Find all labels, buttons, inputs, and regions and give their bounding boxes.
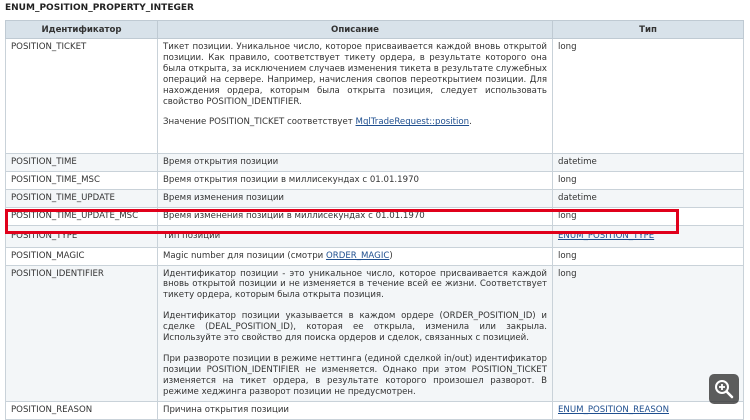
- row-description-text: Тикет позиции. Уникальное число, которое…: [163, 42, 547, 107]
- table-row-highlighted: POSITION_TYPE Тип позиции ENUM_POSITION_…: [5, 224, 744, 248]
- row-type: datetime: [552, 153, 744, 172]
- row-description: Тип позиции: [157, 224, 553, 248]
- row-type: long: [552, 206, 744, 226]
- table-header-row: Идентификатор Описание Тип: [5, 20, 744, 39]
- row-id: POSITION_TIME: [5, 153, 158, 172]
- identifier-paragraph-3: При развороте позиции в режиме неттинга …: [163, 353, 547, 397]
- enum-position-type-link[interactable]: ENUM_POSITION_TYPE: [558, 231, 654, 241]
- row-description-note: Значение POSITION_TICKET соответствует M…: [163, 117, 547, 128]
- zoom-in-button[interactable]: [709, 374, 739, 404]
- order-magic-link[interactable]: ORDER_MAGIC: [326, 251, 389, 261]
- row-id: POSITION_IDENTIFIER: [5, 264, 158, 402]
- row-id: POSITION_MAGIC: [5, 246, 158, 266]
- identifier-paragraph-2: Идентификатор позиции указывается в кажд…: [163, 311, 547, 344]
- row-description: Тикет позиции. Уникальное число, которое…: [157, 38, 553, 154]
- zoom-in-icon: [715, 380, 734, 399]
- mqltraderequest-position-link[interactable]: MqlTradeRequest::position: [356, 117, 470, 127]
- row-description: Время открытия позиции в миллисекундах с…: [157, 170, 553, 190]
- row-id: POSITION_TYPE: [5, 224, 158, 248]
- table-row: POSITION_MAGIC Magic number для позиции …: [5, 246, 744, 266]
- column-header-description: Описание: [157, 20, 553, 39]
- row-id: POSITION_TIME_UPDATE: [5, 188, 158, 208]
- row-id: POSITION_TIME_MSC: [5, 170, 158, 190]
- enum-title: ENUM_POSITION_PROPERTY_INTEGER: [5, 3, 194, 13]
- column-header-type: Тип: [552, 20, 744, 39]
- row-description: Идентификатор позиции - это уникальное ч…: [157, 264, 553, 402]
- row-description: Magic number для позиции (смотри ORDER_M…: [157, 246, 553, 266]
- row-type: datetime: [552, 188, 744, 208]
- table-row: POSITION_TIME_MSC Время открытия позиции…: [5, 170, 744, 190]
- row-type: long: [552, 38, 744, 154]
- row-description: Время изменения позиции в миллисекундах …: [157, 206, 553, 226]
- table-row: POSITION_TICKET Тикет позиции. Уникально…: [5, 38, 744, 154]
- note-end: .: [469, 117, 472, 128]
- table-row: POSITION_IDENTIFIER Идентификатор позици…: [5, 264, 744, 402]
- row-description: Время изменения позиции: [157, 188, 553, 208]
- row-description: Время открытия позиции: [157, 153, 553, 172]
- table-row: POSITION_TIME_UPDATE Время изменения поз…: [5, 188, 744, 208]
- magic-text-end: ): [389, 250, 393, 261]
- table-row: POSITION_TIME Время открытия позиции dat…: [5, 153, 744, 172]
- row-id: POSITION_TICKET: [5, 38, 158, 154]
- row-description: Причина открытия позиции: [157, 400, 553, 420]
- row-id: POSITION_TIME_UPDATE_MSC: [5, 206, 158, 226]
- column-header-id: Идентификатор: [5, 20, 158, 39]
- row-type: long: [552, 246, 744, 266]
- row-type: ENUM_POSITION_TYPE: [552, 224, 744, 248]
- property-table: Идентификатор Описание Тип POSITION_TICK…: [5, 20, 744, 420]
- identifier-paragraph-1: Идентификатор позиции - это уникальное ч…: [163, 268, 547, 301]
- row-id: POSITION_REASON: [5, 400, 158, 420]
- row-type: long: [552, 170, 744, 190]
- table-row: POSITION_TIME_UPDATE_MSC Время изменения…: [5, 206, 744, 226]
- table-row: POSITION_REASON Причина открытия позиции…: [5, 400, 744, 420]
- note-text: Значение POSITION_TICKET соответствует: [163, 117, 356, 128]
- enum-position-reason-link[interactable]: ENUM_POSITION_REASON: [558, 405, 669, 415]
- magic-text: Magic number для позиции (смотри: [163, 250, 326, 261]
